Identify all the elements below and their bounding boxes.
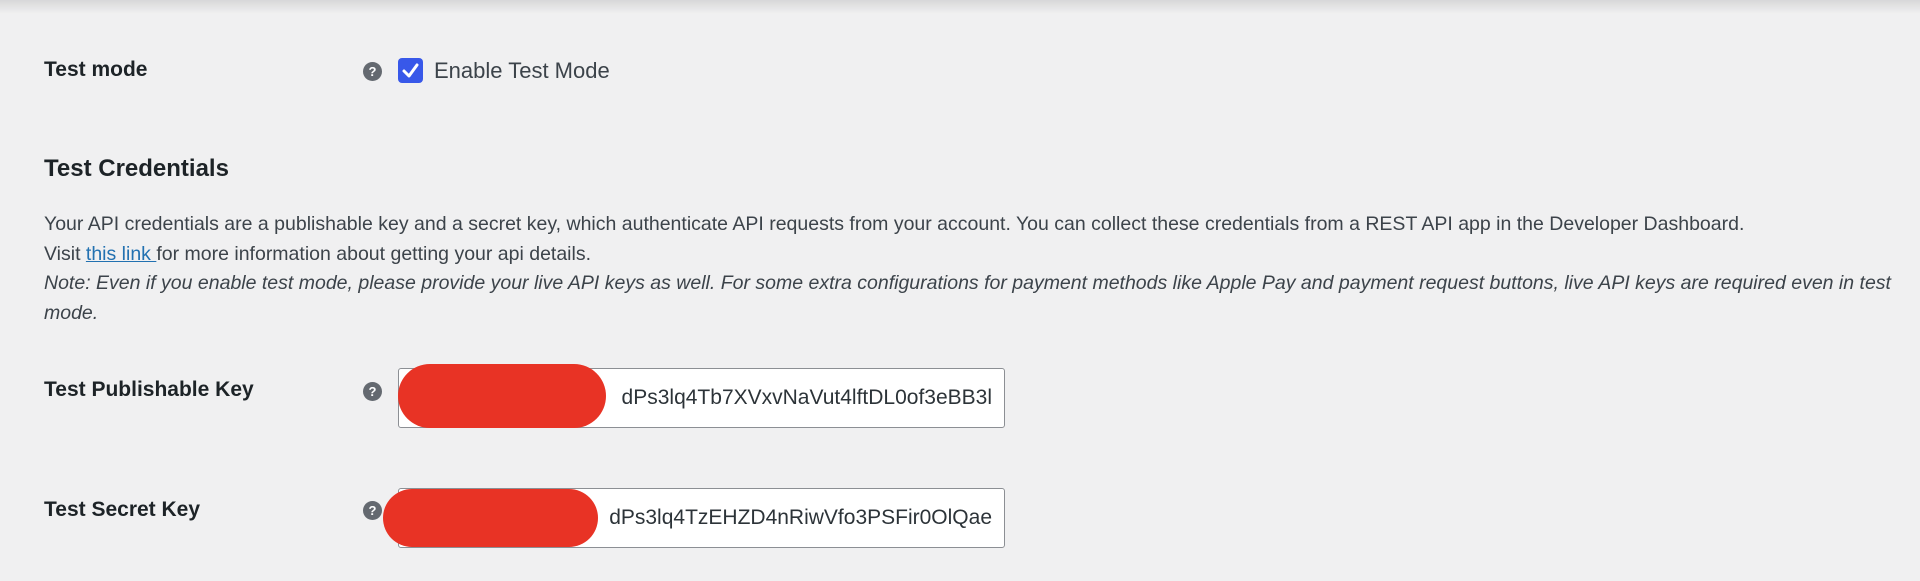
publishable-key-label: Test Publishable Key [44, 378, 254, 401]
credentials-description: Your API credentials are a publishable k… [44, 210, 1894, 328]
test-mode-label: Test mode [44, 58, 148, 81]
question-mark-icon[interactable]: ? [363, 501, 382, 520]
checkmark-icon [402, 63, 419, 78]
secret-key-label: Test Secret Key [44, 498, 201, 521]
section-title: Test Credentials [44, 155, 229, 182]
api-details-link[interactable]: this link [86, 243, 156, 265]
question-mark-icon[interactable]: ? [363, 62, 382, 81]
enable-test-mode-label[interactable]: Enable Test Mode [434, 58, 610, 84]
question-mark-icon[interactable]: ? [363, 382, 382, 401]
description-after-link: for more information about getting your … [156, 242, 592, 265]
description-line: Your API credentials are a publishable k… [44, 213, 1745, 235]
description-note: Note: Even if you enable test mode, plea… [44, 272, 1891, 324]
description-visit-text: Visit [44, 242, 86, 265]
top-shadow [0, 0, 1920, 14]
redaction-mark [398, 364, 606, 428]
redaction-mark [383, 489, 598, 547]
enable-test-mode-checkbox[interactable] [398, 58, 423, 83]
